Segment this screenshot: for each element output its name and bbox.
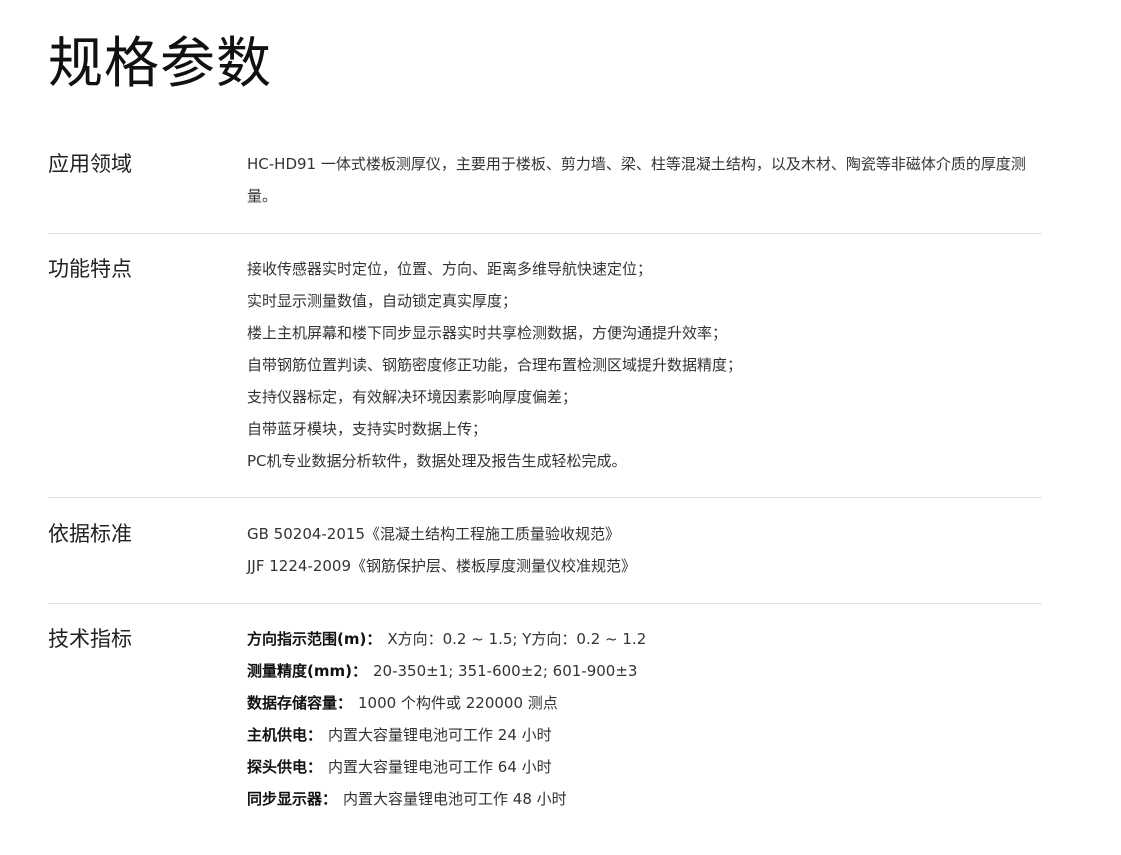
- section-label-standards: 依据标准: [48, 522, 132, 546]
- spec-row: 方向指示范围(m)： X方向：0.2 ~ 1.5; Y方向：0.2 ~ 1.2: [247, 623, 1042, 655]
- spec-value: 1000 个构件或 220000 测点: [358, 694, 558, 712]
- standard-item: GB 50204-2015《混凝土结构工程施工质量验收规范》: [247, 525, 620, 543]
- feature-item: 自带钢筋位置判读、钢筋密度修正功能，合理布置检测区域提升数据精度；: [247, 356, 743, 374]
- spec-key: 探头供电：: [247, 758, 323, 776]
- spec-key: 方向指示范围(m)：: [247, 630, 382, 648]
- section-specs: 技术指标 方向指示范围(m)： X方向：0.2 ~ 1.5; Y方向：0.2 ~ …: [48, 623, 1042, 823]
- divider: [48, 233, 1042, 234]
- feature-item: PC机专业数据分析软件，数据处理及报告生成轻松完成。: [247, 452, 627, 470]
- section-application: 应用领域 HC-HD91 一体式楼板测厚仪，主要用于楼板、剪力墙、梁、柱等混凝土…: [48, 148, 1042, 218]
- spec-key: 同步显示器：: [247, 790, 338, 808]
- section-content-features: 接收传感器实时定位，位置、方向、距离多维导航快速定位； 实时显示测量数值，自动锁…: [247, 253, 1042, 477]
- spec-row: 同步显示器： 内置大容量锂电池可工作 48 小时: [247, 783, 1042, 815]
- section-content-application: HC-HD91 一体式楼板测厚仪，主要用于楼板、剪力墙、梁、柱等混凝土结构，以及…: [247, 148, 1042, 212]
- divider: [48, 497, 1042, 498]
- section-content-standards: GB 50204-2015《混凝土结构工程施工质量验收规范》 JJF 1224-…: [247, 518, 1042, 582]
- spec-value: X方向：0.2 ~ 1.5; Y方向：0.2 ~ 1.2: [387, 630, 647, 648]
- spec-key: 测量精度(mm)：: [247, 662, 367, 680]
- section-label-application: 应用领域: [48, 152, 132, 176]
- spec-page: 规格参数 应用领域 HC-HD91 一体式楼板测厚仪，主要用于楼板、剪力墙、梁、…: [0, 0, 1121, 855]
- spec-row: 探头供电： 内置大容量锂电池可工作 64 小时: [247, 751, 1042, 783]
- spec-value: 20-350±1; 351-600±2; 601-900±3: [372, 662, 638, 680]
- application-text: HC-HD91 一体式楼板测厚仪，主要用于楼板、剪力墙、梁、柱等混凝土结构，以及…: [247, 155, 1026, 205]
- spec-row: 测量精度(mm)： 20-350±1; 351-600±2; 601-900±3: [247, 655, 1042, 687]
- section-content-specs: 方向指示范围(m)： X方向：0.2 ~ 1.5; Y方向：0.2 ~ 1.2 测…: [247, 623, 1042, 815]
- feature-item: 实时显示测量数值，自动锁定真实厚度；: [247, 292, 518, 310]
- feature-item: 支持仪器标定，有效解决环境因素影响厚度偏差；: [247, 388, 578, 406]
- standard-item: JJF 1224-2009《钢筋保护层、楼板厚度测量仪校准规范》: [247, 557, 637, 575]
- spec-row: 数据存储容量： 1000 个构件或 220000 测点: [247, 687, 1042, 719]
- spec-value: 内置大容量锂电池可工作 64 小时: [328, 758, 552, 776]
- feature-item: 自带蓝牙模块，支持实时数据上传；: [247, 420, 488, 438]
- feature-item: 接收传感器实时定位，位置、方向、距离多维导航快速定位；: [247, 260, 653, 278]
- page-title: 规格参数: [48, 31, 273, 95]
- spec-key: 主机供电：: [247, 726, 323, 744]
- divider: [48, 603, 1042, 604]
- section-label-specs: 技术指标: [48, 627, 132, 651]
- feature-item: 楼上主机屏幕和楼下同步显示器实时共享检测数据，方便沟通提升效率；: [247, 324, 728, 342]
- spec-value: 内置大容量锂电池可工作 48 小时: [343, 790, 567, 808]
- section-standards: 依据标准 GB 50204-2015《混凝土结构工程施工质量验收规范》 JJF …: [48, 518, 1042, 588]
- spec-row: 主机供电： 内置大容量锂电池可工作 24 小时: [247, 719, 1042, 751]
- spec-key: 数据存储容量：: [247, 694, 353, 712]
- section-label-features: 功能特点: [48, 257, 132, 281]
- spec-value: 内置大容量锂电池可工作 24 小时: [328, 726, 552, 744]
- section-features: 功能特点 接收传感器实时定位，位置、方向、距离多维导航快速定位； 实时显示测量数…: [48, 253, 1042, 483]
